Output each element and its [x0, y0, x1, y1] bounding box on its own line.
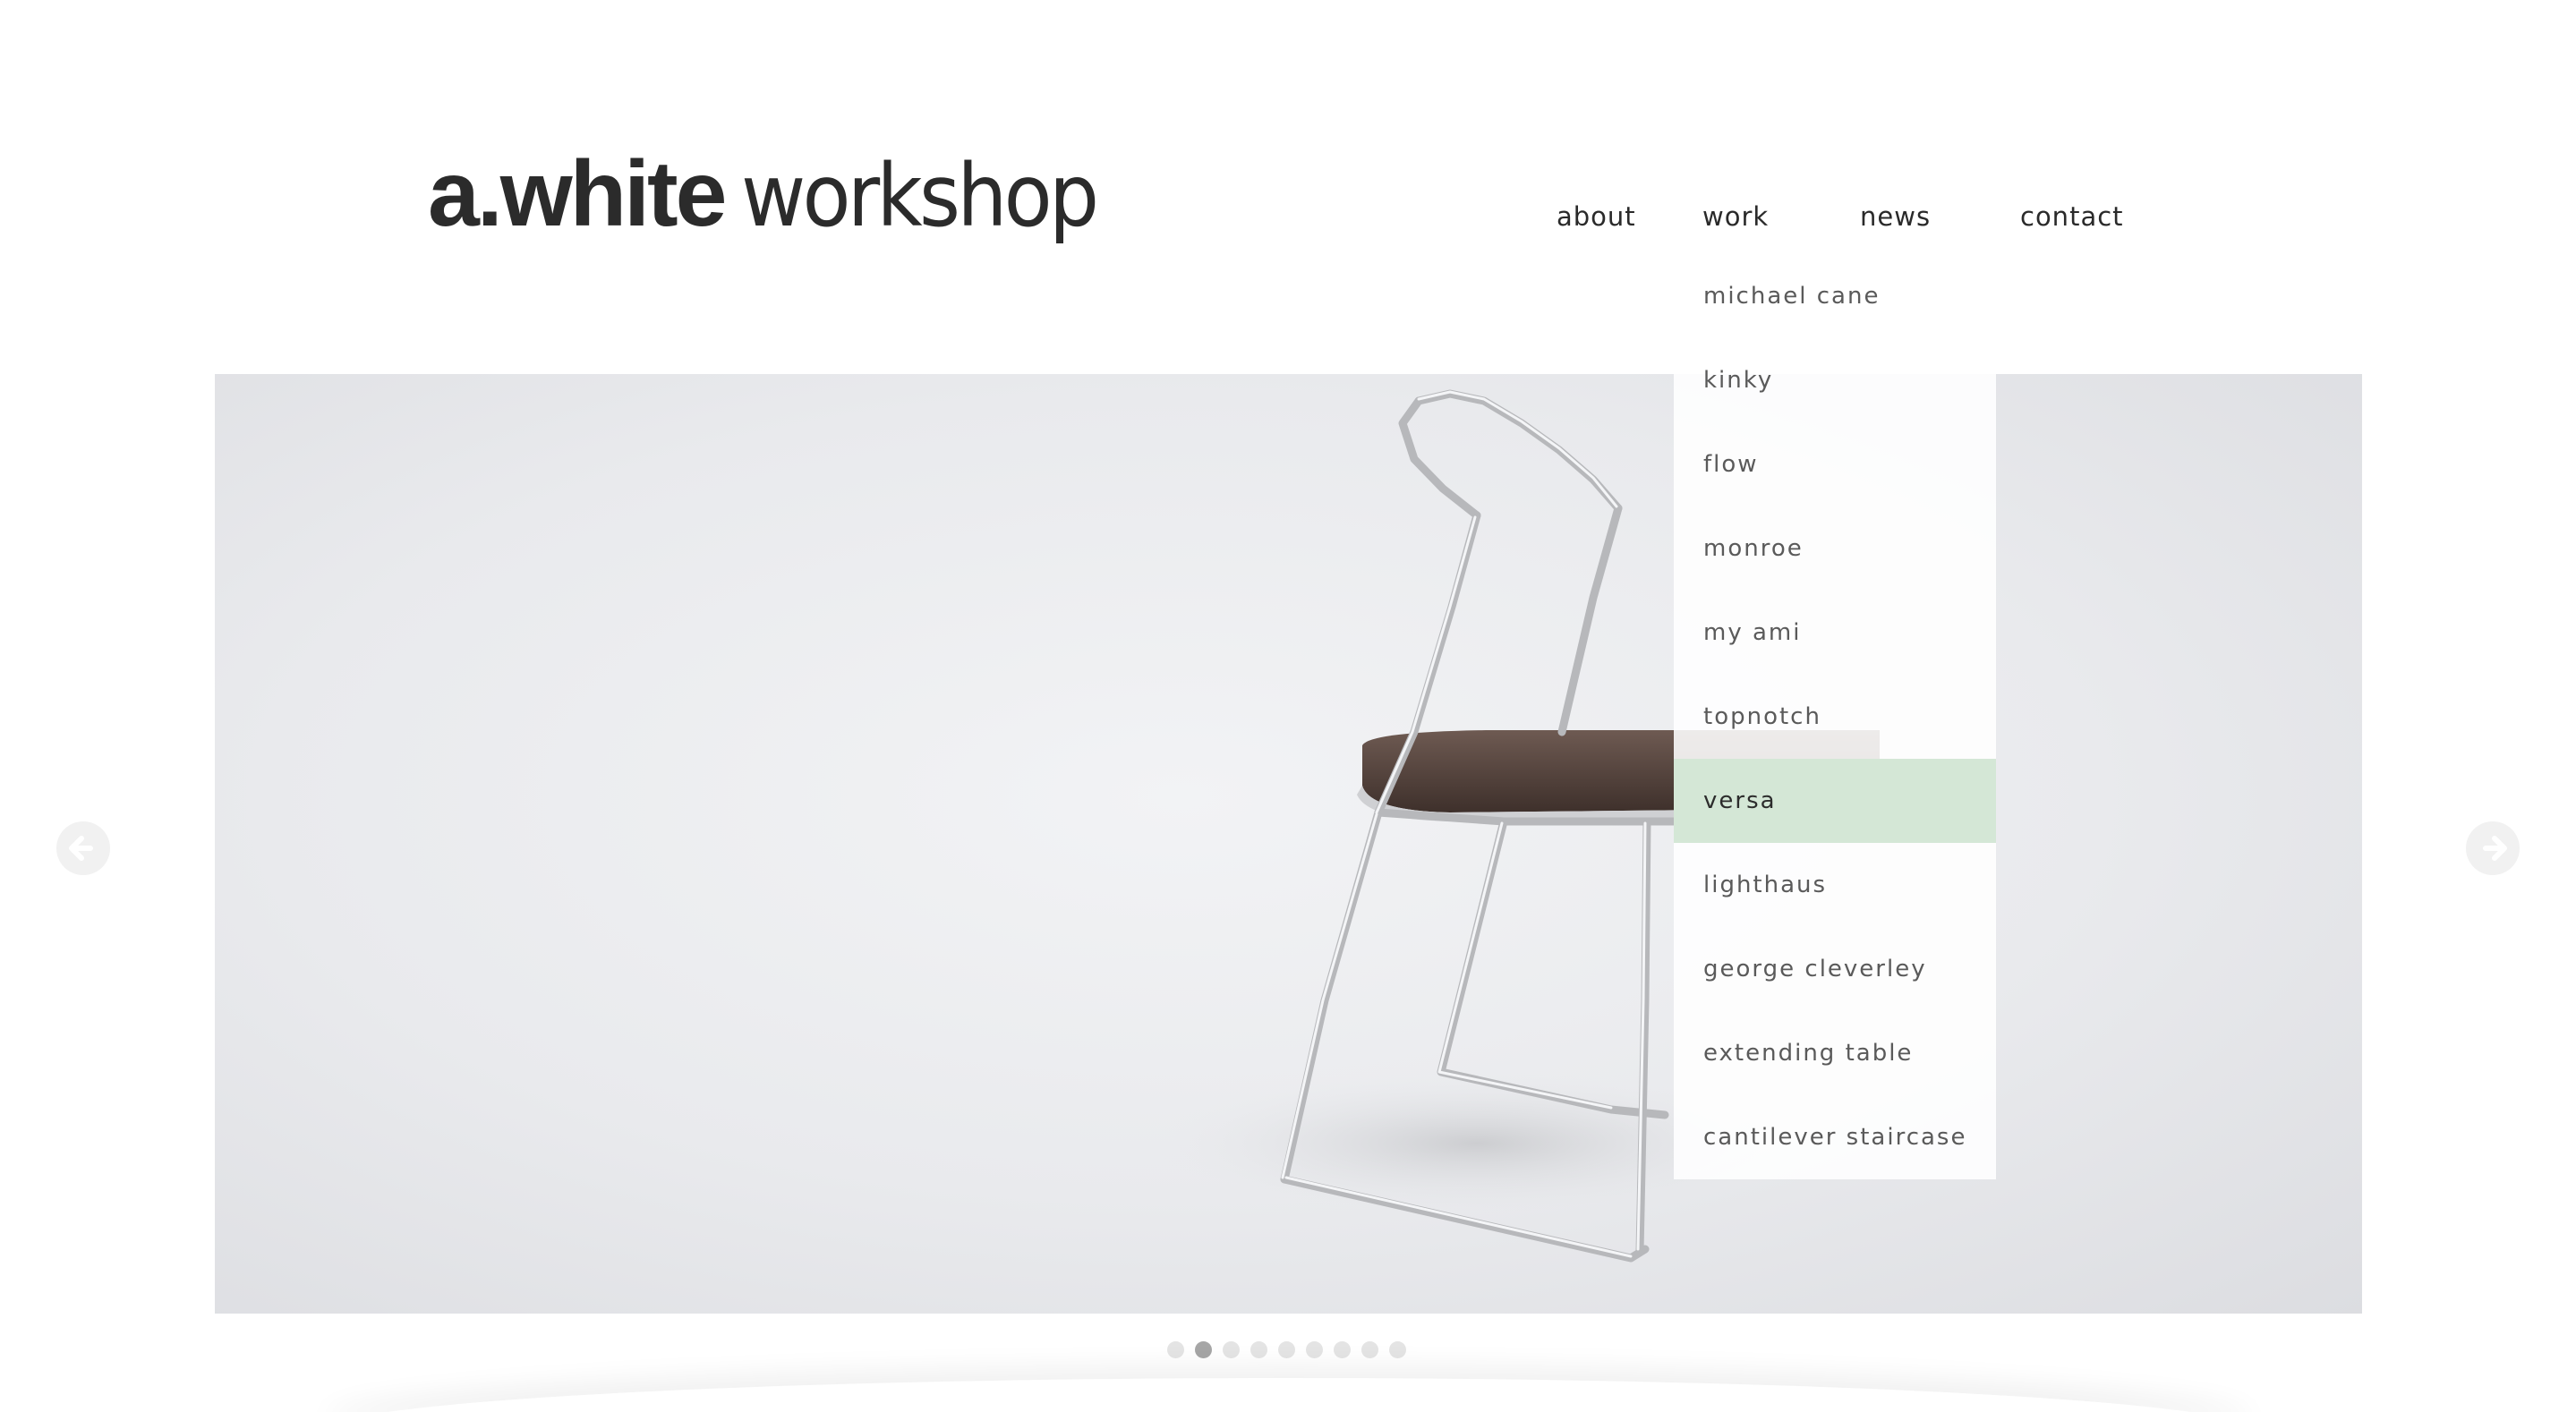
slider-dot-1[interactable]	[1167, 1341, 1184, 1358]
nav-item-contact[interactable]: contact	[2020, 201, 2124, 232]
slider-dot-7[interactable]	[1334, 1341, 1351, 1358]
menu-item-kinky[interactable]: kinky	[1674, 338, 1996, 422]
menu-item-cantilever-staircase[interactable]: cantilever staircase	[1674, 1095, 1996, 1179]
menu-item-lighthaus[interactable]: lighthaus	[1674, 843, 1996, 927]
slider-dot-2[interactable]	[1195, 1341, 1212, 1358]
logo-bold-text: a.white	[428, 142, 728, 246]
slider-prev-button[interactable]	[56, 821, 110, 875]
slider-pagination	[1167, 1341, 1406, 1358]
nav-item-work[interactable]: work	[1702, 201, 1769, 232]
menu-item-extending-table[interactable]: extending table	[1674, 1011, 1996, 1095]
slider-next-button[interactable]	[2466, 821, 2520, 875]
slider-dot-4[interactable]	[1250, 1341, 1267, 1358]
page: a.white workshop about work news contact	[0, 0, 2576, 1412]
menu-item-flow[interactable]: flow	[1674, 422, 1996, 506]
slider-dot-6[interactable]	[1306, 1341, 1323, 1358]
menu-item-my-ami[interactable]: my ami	[1674, 591, 1996, 675]
menu-item-monroe[interactable]: monroe	[1674, 506, 1996, 591]
hero-slider	[215, 374, 2362, 1314]
nav-item-news[interactable]: news	[1860, 201, 1931, 232]
arrow-left-icon	[69, 836, 93, 861]
site-logo[interactable]: a.white workshop	[428, 141, 1126, 258]
menu-item-topnotch[interactable]: topnotch	[1674, 675, 1996, 759]
slider-dot-5[interactable]	[1278, 1341, 1295, 1358]
logo-light-text: workshop	[740, 146, 1099, 246]
menu-item-george-cleverley[interactable]: george cleverley	[1674, 927, 1996, 1011]
arrow-right-icon	[2483, 836, 2507, 861]
menu-item-versa[interactable]: versa	[1674, 759, 1996, 843]
slider-dot-8[interactable]	[1361, 1341, 1378, 1358]
nav-item-about[interactable]: about	[1557, 201, 1636, 232]
chair-image	[1155, 389, 1884, 1263]
slider-dot-3[interactable]	[1223, 1341, 1240, 1358]
menu-item-michael-cane[interactable]: michael cane	[1674, 254, 1996, 338]
work-dropdown-menu: michael cane kinky flow monroe my ami to…	[1674, 254, 1996, 1179]
slider-dot-9[interactable]	[1389, 1341, 1406, 1358]
bottom-shadow-divider	[322, 1378, 2256, 1412]
